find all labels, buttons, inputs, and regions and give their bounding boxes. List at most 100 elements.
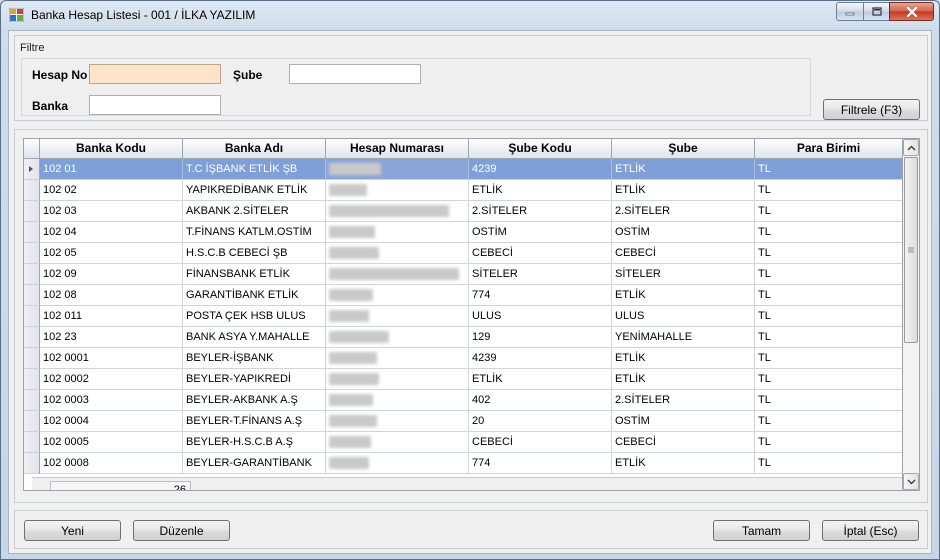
cell-banka-kodu[interactable]: 102 011 bbox=[40, 306, 183, 327]
close-button[interactable] bbox=[889, 2, 934, 21]
cell-banka-kodu[interactable]: 102 01 bbox=[40, 159, 183, 180]
cell-banka-kodu[interactable]: 102 0001 bbox=[40, 348, 183, 369]
cell-banka-adi[interactable]: BEYLER-T.FİNANS A.Ş bbox=[183, 411, 326, 432]
row-indicator[interactable] bbox=[24, 411, 40, 432]
cell-banka-adi[interactable]: AKBANK 2.SİTELER bbox=[183, 201, 326, 222]
cell-sube[interactable]: SİTELER bbox=[612, 264, 755, 285]
row-indicator[interactable] bbox=[24, 159, 40, 180]
cell-para-birimi[interactable]: TL bbox=[755, 201, 902, 222]
cell-hesap-numarasi[interactable] bbox=[326, 201, 469, 222]
cell-sube[interactable]: CEBECİ bbox=[612, 432, 755, 453]
cell-sube-kodu[interactable]: SİTELER bbox=[469, 264, 612, 285]
cell-sube-kodu[interactable]: OSTİM bbox=[469, 222, 612, 243]
table-row[interactable]: 102 0008 BEYLER-GARANTİBANK 774 ETLİK TL bbox=[24, 453, 902, 474]
cell-banka-adi[interactable]: T.FİNANS KATLM.OSTİM bbox=[183, 222, 326, 243]
cell-banka-adi[interactable]: BANK ASYA Y.MAHALLE bbox=[183, 327, 326, 348]
row-indicator[interactable] bbox=[24, 264, 40, 285]
cell-sube[interactable]: ULUS bbox=[612, 306, 755, 327]
row-indicator[interactable] bbox=[24, 201, 40, 222]
cell-para-birimi[interactable]: TL bbox=[755, 411, 902, 432]
new-button[interactable]: Yeni bbox=[24, 520, 121, 541]
cell-para-birimi[interactable]: TL bbox=[755, 369, 902, 390]
cell-sube[interactable]: ETLİK bbox=[612, 453, 755, 474]
cell-banka-adi[interactable]: H.S.C.B CEBECİ ŞB bbox=[183, 243, 326, 264]
cell-sube-kodu[interactable]: 402 bbox=[469, 390, 612, 411]
cell-banka-kodu[interactable]: 102 0004 bbox=[40, 411, 183, 432]
cell-banka-adi[interactable]: BEYLER-GARANTİBANK bbox=[183, 453, 326, 474]
table-row[interactable]: 102 08 GARANTİBANK ETLİK 774 ETLİK TL bbox=[24, 285, 902, 306]
cell-sube[interactable]: ETLİK bbox=[612, 348, 755, 369]
cell-para-birimi[interactable]: TL bbox=[755, 327, 902, 348]
row-indicator[interactable] bbox=[24, 369, 40, 390]
table-row[interactable]: 102 23 BANK ASYA Y.MAHALLE 129 YENİMAHALLE T… bbox=[24, 327, 902, 348]
cell-banka-kodu[interactable]: 102 08 bbox=[40, 285, 183, 306]
title-bar[interactable]: Banka Hesap Listesi - 001 / İLKA YAZILIM bbox=[1, 1, 939, 29]
table-row[interactable]: 102 0005 BEYLER-H.S.C.B A.Ş CEBECİ CEBECİ TL bbox=[24, 432, 902, 453]
row-indicator[interactable] bbox=[24, 432, 40, 453]
table-row[interactable]: 102 02 YAPIKREDİBANK ETLİK ETLİK ETLİK TL bbox=[24, 180, 902, 201]
col-para-birimi[interactable]: Para Birimi bbox=[755, 139, 902, 159]
cell-para-birimi[interactable]: TL bbox=[755, 285, 902, 306]
sube-input[interactable] bbox=[289, 64, 421, 84]
cell-sube-kodu[interactable]: 774 bbox=[469, 285, 612, 306]
cell-banka-kodu[interactable]: 102 02 bbox=[40, 180, 183, 201]
cell-banka-adi[interactable]: GARANTİBANK ETLİK bbox=[183, 285, 326, 306]
table-row[interactable]: 102 011 POSTA ÇEK HSB ULUS ULUS ULUS TL bbox=[24, 306, 902, 327]
cell-sube-kodu[interactable]: ULUS bbox=[469, 306, 612, 327]
cell-hesap-numarasi[interactable] bbox=[326, 390, 469, 411]
row-indicator[interactable] bbox=[24, 180, 40, 201]
cell-sube[interactable]: ETLİK bbox=[612, 159, 755, 180]
cell-sube[interactable]: ETLİK bbox=[612, 285, 755, 306]
table-row[interactable]: 102 0001 BEYLER-İŞBANK 4239 ETLİK TL bbox=[24, 348, 902, 369]
col-sube[interactable]: Şube bbox=[612, 139, 755, 159]
cell-sube-kodu[interactable]: CEBECİ bbox=[469, 243, 612, 264]
cell-sube[interactable]: 2.SİTELER bbox=[612, 201, 755, 222]
ok-button[interactable]: Tamam bbox=[713, 520, 810, 541]
hesap-no-input[interactable] bbox=[89, 64, 221, 84]
cell-banka-kodu[interactable]: 102 04 bbox=[40, 222, 183, 243]
cell-para-birimi[interactable]: TL bbox=[755, 222, 902, 243]
cell-hesap-numarasi[interactable] bbox=[326, 306, 469, 327]
cell-sube[interactable]: OSTİM bbox=[612, 411, 755, 432]
scroll-up-button[interactable] bbox=[903, 139, 919, 156]
cancel-button[interactable]: İptal (Esc) bbox=[822, 520, 919, 541]
cell-sube[interactable]: YENİMAHALLE bbox=[612, 327, 755, 348]
cell-sube-kodu[interactable]: 2.SİTELER bbox=[469, 201, 612, 222]
cell-sube-kodu[interactable]: ETLİK bbox=[469, 180, 612, 201]
edit-button[interactable]: Düzenle bbox=[133, 520, 230, 541]
cell-hesap-numarasi[interactable] bbox=[326, 264, 469, 285]
cell-hesap-numarasi[interactable] bbox=[326, 432, 469, 453]
vertical-scrollbar[interactable] bbox=[903, 138, 920, 491]
cell-sube-kodu[interactable]: 4239 bbox=[469, 348, 612, 369]
cell-sube[interactable]: OSTİM bbox=[612, 222, 755, 243]
cell-para-birimi[interactable]: TL bbox=[755, 264, 902, 285]
cell-para-birimi[interactable]: TL bbox=[755, 243, 902, 264]
row-indicator[interactable] bbox=[24, 243, 40, 264]
cell-sube-kodu[interactable]: 774 bbox=[469, 453, 612, 474]
cell-sube[interactable]: ETLİK bbox=[612, 369, 755, 390]
cell-banka-kodu[interactable]: 102 0002 bbox=[40, 369, 183, 390]
minimize-button[interactable] bbox=[836, 2, 863, 21]
row-indicator[interactable] bbox=[24, 453, 40, 474]
cell-sube-kodu[interactable]: 20 bbox=[469, 411, 612, 432]
cell-sube-kodu[interactable]: CEBECİ bbox=[469, 432, 612, 453]
table-row[interactable]: 102 05 H.S.C.B CEBECİ ŞB CEBECİ CEBECİ TL bbox=[24, 243, 902, 264]
table-row[interactable]: 102 0002 BEYLER-YAPIKREDİ ETLİK ETLİK TL bbox=[24, 369, 902, 390]
cell-sube[interactable]: CEBECİ bbox=[612, 243, 755, 264]
row-indicator[interactable] bbox=[24, 390, 40, 411]
cell-banka-adi[interactable]: POSTA ÇEK HSB ULUS bbox=[183, 306, 326, 327]
cell-banka-kodu[interactable]: 102 23 bbox=[40, 327, 183, 348]
cell-banka-adi[interactable]: BEYLER-YAPIKREDİ bbox=[183, 369, 326, 390]
cell-banka-kodu[interactable]: 102 09 bbox=[40, 264, 183, 285]
cell-para-birimi[interactable]: TL bbox=[755, 390, 902, 411]
cell-hesap-numarasi[interactable] bbox=[326, 243, 469, 264]
table-row[interactable]: 102 04 T.FİNANS KATLM.OSTİM OSTİM OSTİM TL bbox=[24, 222, 902, 243]
cell-banka-adi[interactable]: YAPIKREDİBANK ETLİK bbox=[183, 180, 326, 201]
col-banka-kodu[interactable]: Banka Kodu bbox=[40, 139, 183, 159]
cell-hesap-numarasi[interactable] bbox=[326, 180, 469, 201]
col-hesap-numarasi[interactable]: Hesap Numarası bbox=[326, 139, 469, 159]
cell-hesap-numarasi[interactable] bbox=[326, 348, 469, 369]
cell-banka-kodu[interactable]: 102 05 bbox=[40, 243, 183, 264]
col-banka-adi[interactable]: Banka Adı bbox=[183, 139, 326, 159]
cell-hesap-numarasi[interactable] bbox=[326, 453, 469, 474]
